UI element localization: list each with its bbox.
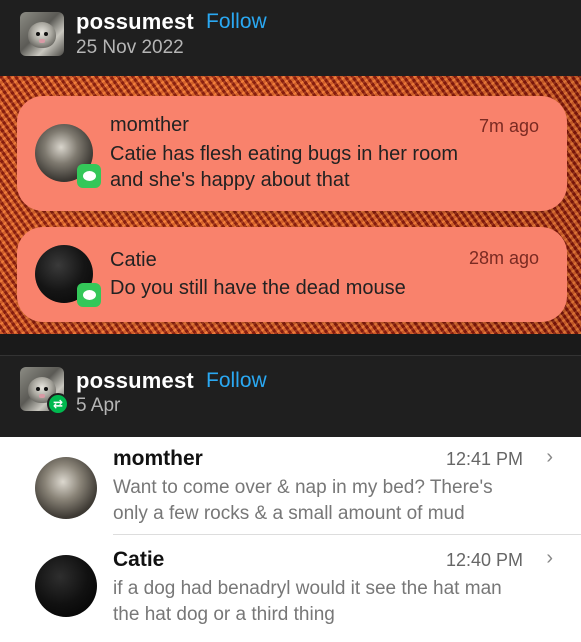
follow-button[interactable]: Follow: [206, 10, 267, 34]
notification-line: Do you still have the dead mouse: [110, 277, 406, 299]
message-line: Want to come over & nap in my bed? There…: [113, 477, 493, 498]
message-line: only a few rocks & a small amount of mud: [113, 503, 465, 524]
message-sender: Catie: [113, 548, 165, 571]
username[interactable]: possumest: [76, 368, 194, 394]
user-avatar[interactable]: [20, 12, 64, 56]
chevron-right-icon[interactable]: ›: [546, 547, 553, 570]
notification-time: 7m ago: [478, 116, 539, 136]
notification-sender: momther: [110, 114, 189, 136]
messages-list: momther 12:41 PM › Want to come over & n…: [0, 437, 581, 642]
chevron-right-icon[interactable]: ›: [546, 446, 553, 469]
post-date: 25 Nov 2022: [76, 37, 184, 58]
notification-sender: Catie: [110, 249, 157, 271]
post-separator: [0, 334, 581, 355]
follow-button[interactable]: Follow: [206, 369, 267, 393]
notification-line: and she's happy about that: [110, 169, 350, 191]
messages-icon: [77, 164, 101, 188]
notification-time: 28m ago: [468, 248, 539, 268]
post-header: ⇄ possumest Follow 5 Apr: [0, 355, 581, 437]
divider: [113, 534, 581, 535]
sender-avatar: [35, 555, 97, 617]
divider: [0, 355, 581, 356]
post-header: possumest Follow 25 Nov 2022: [0, 0, 581, 76]
sender-avatar: [35, 457, 97, 519]
post-date: 5 Apr: [76, 395, 121, 416]
notification-card: momther 7m ago Catie has flesh eating bu…: [17, 96, 567, 211]
message-time: 12:41 PM: [445, 449, 523, 469]
messages-icon: [77, 283, 101, 307]
message-sender: momther: [113, 447, 203, 470]
message-line: if a dog had benadryl would it see the h…: [113, 578, 502, 599]
notification-card: Catie 28m ago Do you still have the dead…: [17, 227, 567, 322]
message-line: the hat dog or a third thing: [113, 604, 335, 625]
reblog-icon: ⇄: [47, 393, 69, 415]
notification-line: Catie has flesh eating bugs in her room: [110, 143, 458, 165]
message-time: 12:40 PM: [445, 550, 523, 570]
username[interactable]: possumest: [76, 9, 194, 35]
